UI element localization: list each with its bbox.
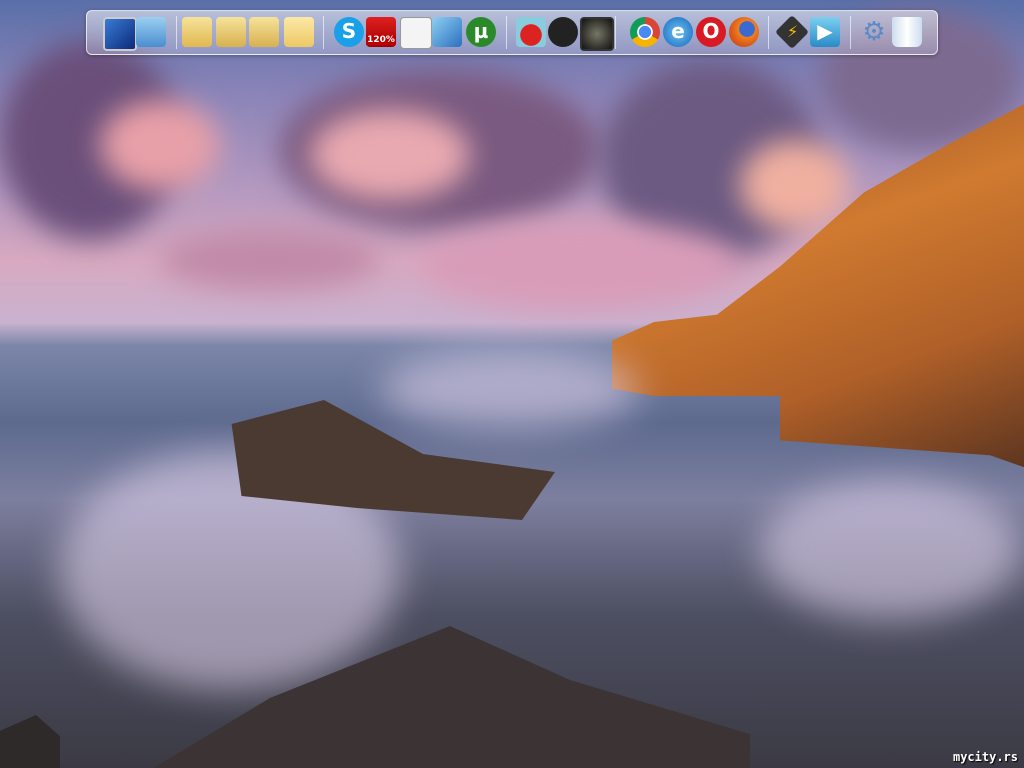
dock-separator xyxy=(850,16,851,49)
firefox-icon[interactable] xyxy=(729,17,759,47)
internet-explorer-icon[interactable]: e xyxy=(663,17,693,47)
skype-icon[interactable]: S xyxy=(334,17,364,47)
dock-separator xyxy=(323,16,324,49)
desktop-wallpaper xyxy=(0,0,1024,768)
acdsee-icon[interactable]: 120% xyxy=(366,17,396,47)
icon-glyph: S xyxy=(341,19,357,43)
dock-separator xyxy=(506,16,507,49)
media-player-icon[interactable]: ▶ xyxy=(810,17,840,47)
chrome-icon[interactable] xyxy=(630,17,660,47)
control-panel-icon[interactable] xyxy=(136,17,166,47)
documents-folder-icon[interactable] xyxy=(182,17,212,47)
icon-glyph: 120% xyxy=(366,35,396,45)
icon-glyph: µ xyxy=(473,19,489,43)
pictures-folder-icon[interactable] xyxy=(216,17,246,47)
music-folder-icon[interactable] xyxy=(249,17,279,47)
utorrent-icon[interactable]: µ xyxy=(466,17,496,47)
recycle-bin-icon[interactable] xyxy=(892,17,922,47)
document-icon[interactable] xyxy=(400,17,432,49)
settings-gear-icon[interactable]: ⚙ xyxy=(859,17,889,47)
dock-separator xyxy=(615,16,616,49)
icon-glyph: e xyxy=(671,19,685,43)
icon-glyph: O xyxy=(702,19,720,43)
icon-glyph: ⚡ xyxy=(786,21,799,42)
app-dock: S 120% µ e O ⚡ ▶ ⚙ xyxy=(86,10,938,55)
angry-birds-icon[interactable] xyxy=(516,17,546,47)
computer-icon[interactable] xyxy=(103,17,137,51)
photo-viewer-icon[interactable] xyxy=(432,17,462,47)
dock-separator xyxy=(176,16,177,49)
counter-strike-icon[interactable] xyxy=(548,17,578,47)
icon-glyph: ⚙ xyxy=(862,17,886,47)
dock-separator xyxy=(768,16,769,49)
folder-icon[interactable] xyxy=(284,17,314,47)
opera-icon[interactable]: O xyxy=(696,17,726,47)
warcraft-icon[interactable] xyxy=(580,17,614,51)
icon-glyph: ▶ xyxy=(817,19,833,43)
winamp-icon[interactable]: ⚡ xyxy=(775,15,809,49)
watermark: mycity.rs xyxy=(952,750,1018,764)
